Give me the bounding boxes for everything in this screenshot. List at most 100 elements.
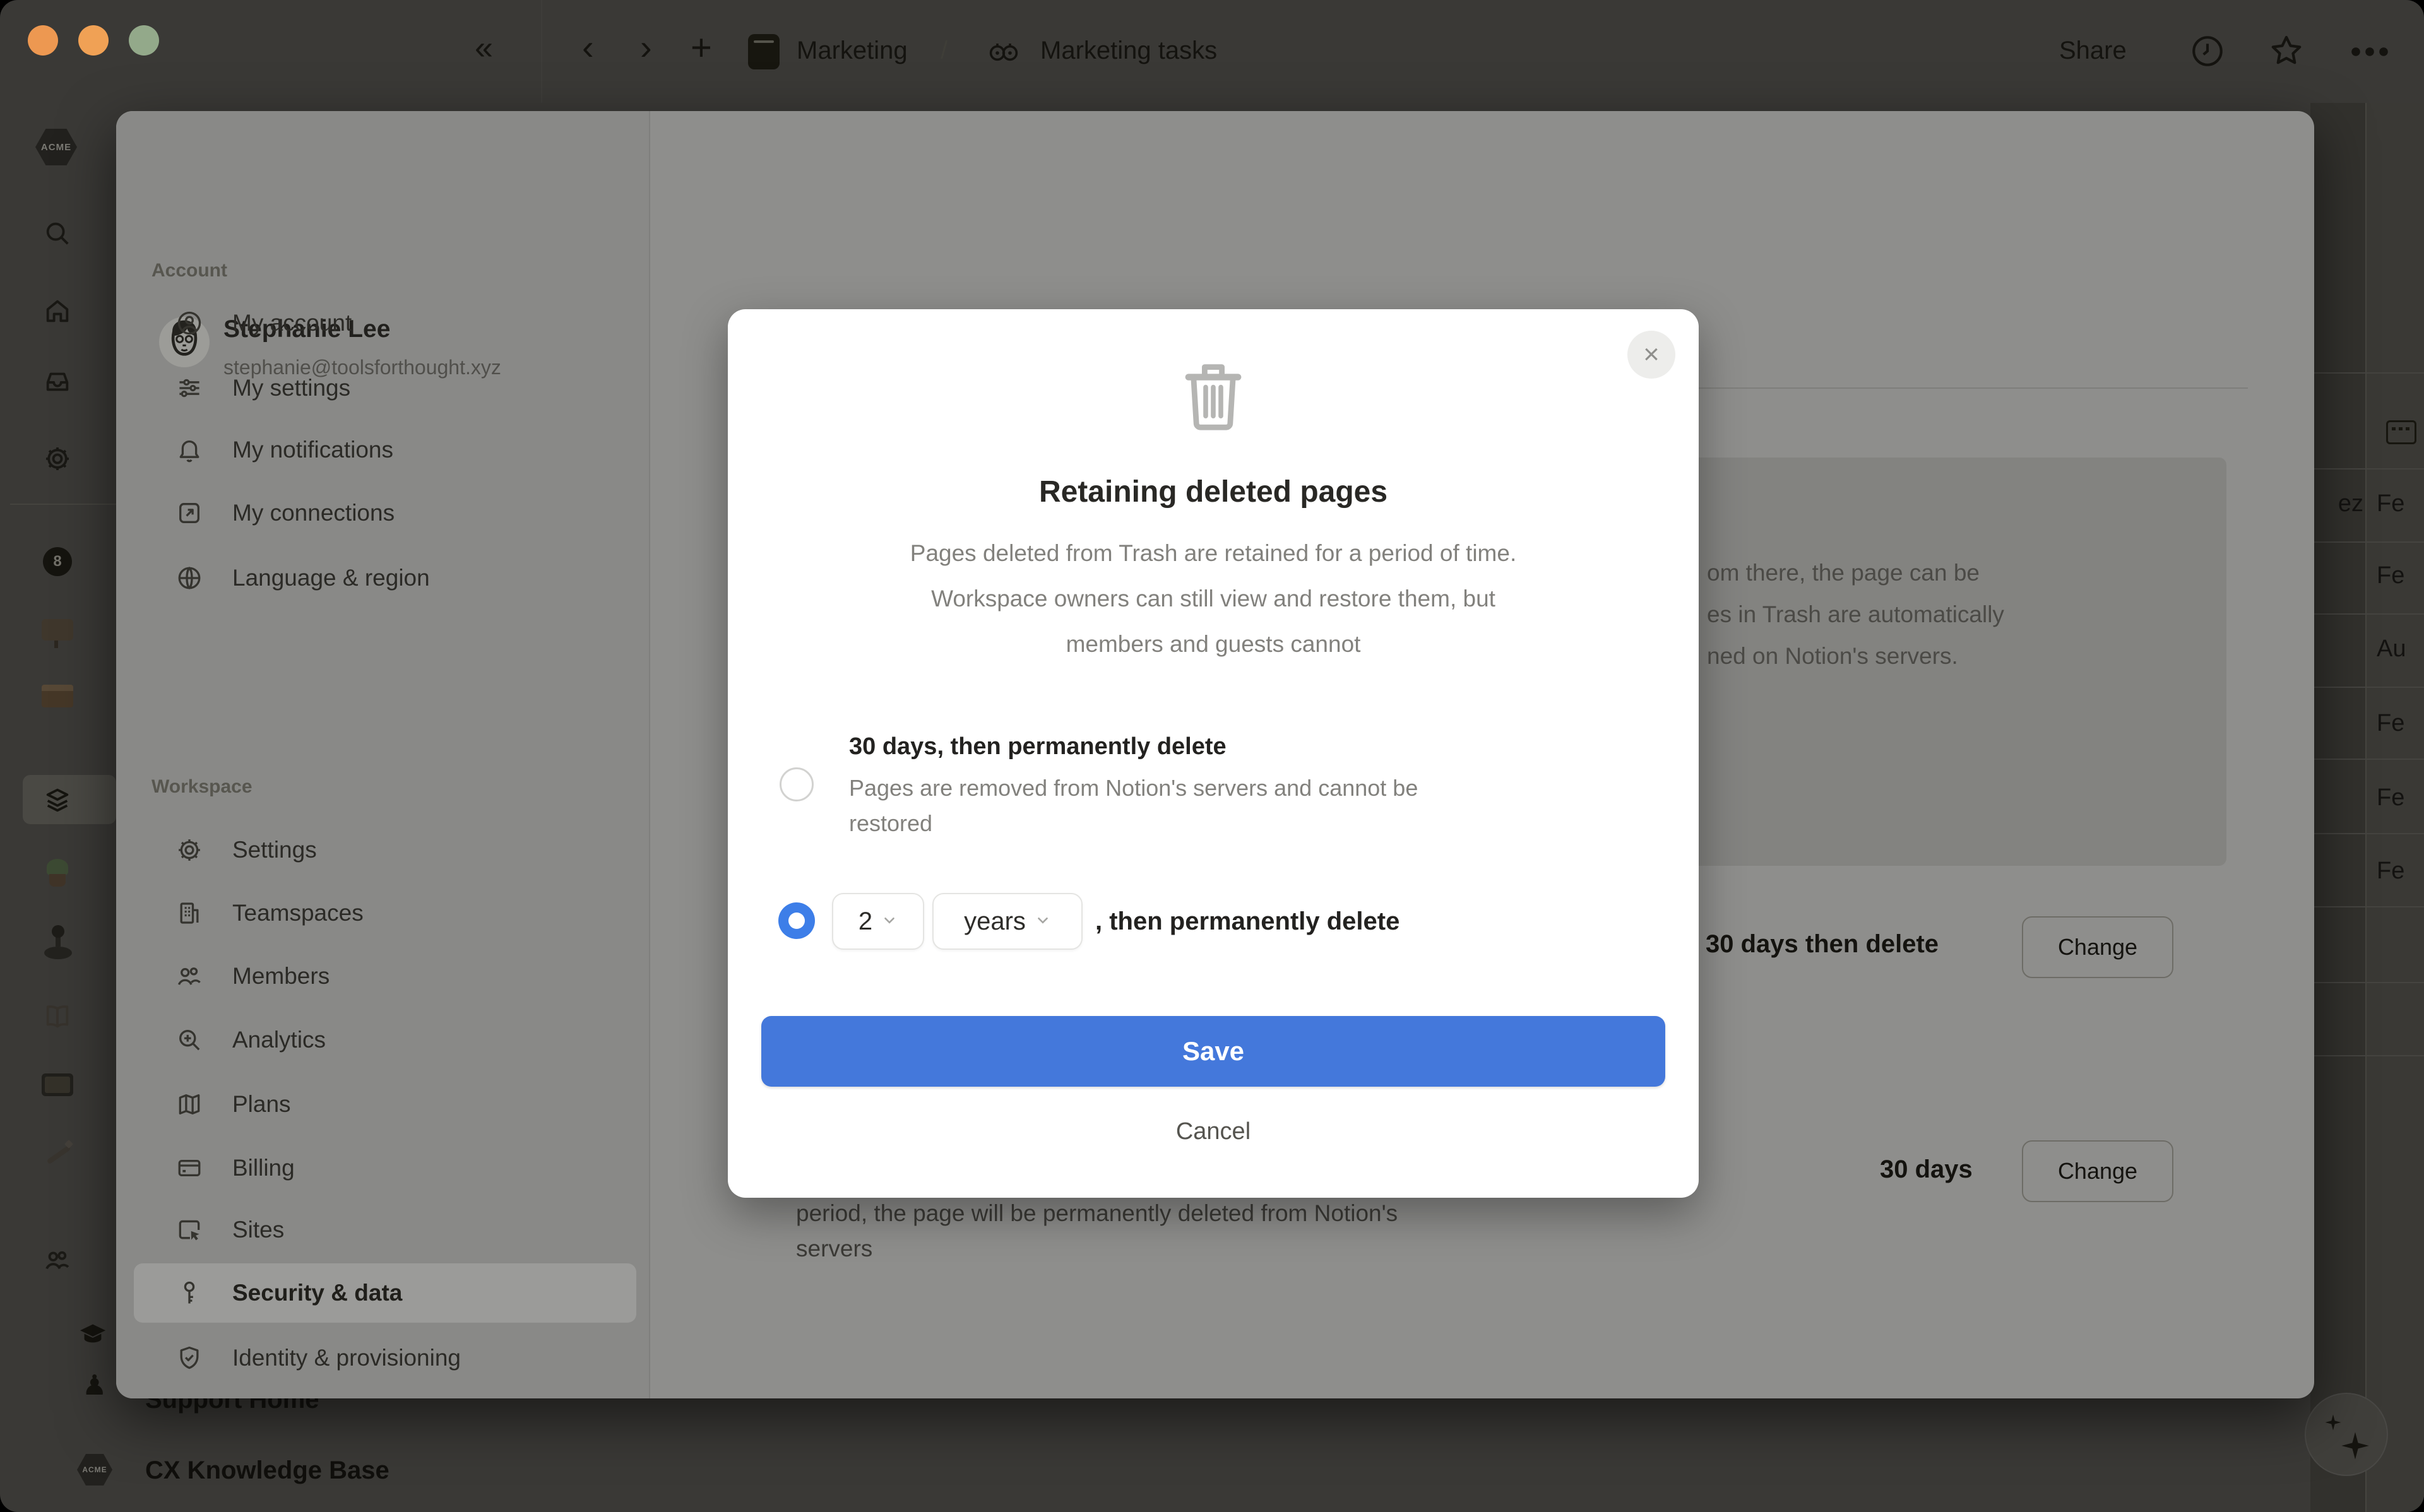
radio-custom-period[interactable] (778, 902, 815, 939)
tv-icon[interactable] (42, 1073, 73, 1096)
retention-footer-line: servers (796, 1236, 873, 1261)
marketing-tasks-icon (986, 37, 1021, 67)
cx-knowledge-base-link[interactable]: CX Knowledge Base (145, 1456, 389, 1485)
trash-icon (1180, 358, 1246, 434)
traffic-zoom-button[interactable] (129, 25, 159, 56)
arrow-out-square-icon (175, 499, 203, 527)
sidebar-item-sites[interactable]: Sites (134, 1200, 636, 1260)
sidebar-item-my-notifications[interactable]: My notifications (134, 420, 636, 480)
gear-icon (175, 836, 203, 864)
option1-label: 30 days, then permanently delete (849, 733, 1227, 760)
sidebar-item-security-data[interactable]: Security & data (134, 1263, 636, 1323)
unit-dropdown[interactable]: years (932, 893, 1083, 950)
sidebar-item-identity-provisioning[interactable]: Identity & provisioning (134, 1328, 636, 1388)
traffic-minimize-button[interactable] (78, 25, 109, 56)
calendar-icon (2386, 420, 2416, 444)
ai-sparkle-button[interactable] (2305, 1393, 2388, 1476)
marketing-page-icon[interactable] (748, 34, 780, 69)
table-cell: Fe (2377, 562, 2405, 589)
share-button[interactable]: Share (2059, 37, 2127, 65)
breadcrumb-separator: / (941, 37, 948, 64)
dialog-description-line: members and guests cannot (1066, 631, 1361, 657)
sidebar-item-my-settings[interactable]: My settings (134, 358, 636, 418)
breadcrumb-root[interactable]: Marketing (797, 37, 908, 65)
forward-icon[interactable]: › (640, 27, 652, 68)
table-cell: Fe (2377, 490, 2405, 517)
clock-icon[interactable] (2189, 33, 2226, 69)
strip-selected-item[interactable] (23, 775, 116, 824)
people-icon[interactable] (43, 1246, 72, 1275)
sidebar-item-teamspaces[interactable]: Teamspaces (134, 883, 636, 943)
person-circle-icon (175, 309, 203, 337)
gear-icon[interactable] (43, 444, 72, 473)
sidebar-item-billing[interactable]: Billing (134, 1138, 636, 1198)
info-text-line: es in Trash are automatically (1707, 601, 2004, 627)
table-cell: Au (2377, 635, 2406, 662)
settings-sidebar: Account Stephanie Lee stephanie@toolsfor… (116, 111, 650, 1398)
sidebar-item-analytics[interactable]: Analytics (134, 1010, 636, 1070)
table-cell: Fe (2377, 710, 2405, 736)
sidebar-item-my-connections[interactable]: My connections (134, 483, 636, 543)
close-icon[interactable]: × (1627, 331, 1675, 379)
change-button[interactable]: Change (2022, 1140, 2173, 1202)
bell-icon (175, 436, 203, 464)
option1-subtext-line: restored (849, 810, 933, 836)
retention-footer-line: period, the page will be permanently del… (796, 1200, 1398, 1226)
save-button[interactable]: Save (761, 1016, 1665, 1087)
dialog-description-line: Workspace owners can still view and rest… (931, 586, 1495, 611)
traffic-close-button[interactable] (28, 25, 58, 56)
sidebar-item-language-region[interactable]: Language & region (134, 548, 636, 608)
map-icon (175, 1090, 203, 1118)
table-cell: Fe (2377, 784, 2405, 811)
chevron-down-icon (881, 912, 898, 931)
cx-kb-icon: ACME (77, 1454, 112, 1485)
sidebar-item-members[interactable]: Members (134, 947, 636, 1006)
option2-suffix: , then permanently delete (1095, 907, 1400, 935)
sidebar-item-content-search[interactable]: Content search (134, 1392, 636, 1398)
info-text-line: om there, the page can be (1707, 560, 1980, 586)
second-setting-value: 30 days (1880, 1155, 1973, 1183)
building-icon (175, 899, 203, 927)
cancel-button[interactable]: Cancel (728, 1118, 1699, 1145)
sidebar-item-plans[interactable]: Plans (134, 1075, 636, 1134)
browser-cursor-icon (175, 1216, 203, 1244)
box-icon[interactable] (42, 685, 73, 707)
layers-icon (46, 788, 69, 812)
number-dropdown[interactable]: 2 (832, 893, 924, 950)
sidebar-collapse-icon[interactable]: « (475, 29, 493, 67)
inbox-icon[interactable] (43, 367, 72, 396)
shield-check-icon (175, 1344, 203, 1372)
more-options-icon[interactable] (2350, 45, 2390, 58)
magnifier-sparkle-icon (175, 1026, 203, 1054)
sidebar-item-settings[interactable]: Settings (134, 820, 636, 880)
breadcrumb-current[interactable]: Marketing tasks (1040, 37, 1217, 65)
new-page-icon[interactable]: + (691, 27, 712, 69)
retain-setting-value: 30 days then delete (1706, 930, 1939, 958)
favorite-star-icon[interactable] (2267, 32, 2305, 69)
strip-divider (10, 504, 116, 505)
search-icon[interactable] (43, 219, 72, 248)
workspace-logo[interactable]: ACME (35, 129, 77, 165)
notion-window: « ‹ › + Marketing / Marketing tasks Shar… (0, 0, 2424, 1512)
sparkle-icon (2341, 1432, 2369, 1460)
credit-card-icon (175, 1154, 203, 1182)
change-button[interactable]: Change (2022, 916, 2173, 978)
workspace-section-header: Workspace (152, 776, 252, 797)
option1-subtext-line: Pages are removed from Notion's servers … (849, 775, 1418, 801)
book-icon[interactable] (43, 1001, 72, 1031)
sparkle-small-icon (2325, 1414, 2341, 1431)
toolbar-divider (541, 0, 542, 103)
radio-30-days[interactable] (780, 767, 814, 801)
table-cell: ez (2338, 490, 2363, 517)
key-icon (175, 1279, 203, 1307)
dialog-title: Retaining deleted pages (1038, 475, 1388, 509)
back-icon[interactable]: ‹ (582, 27, 594, 68)
home-icon[interactable] (43, 297, 72, 326)
mailbox-icon[interactable] (42, 619, 73, 648)
sliders-icon (175, 374, 203, 402)
eight-ball-icon[interactable]: 8 (43, 547, 72, 576)
table-cell: Fe (2377, 858, 2405, 884)
background-table: ez Fe Fe Au Fe Fe Fe (2310, 103, 2424, 1512)
graduation-cap-icon[interactable] (78, 1320, 107, 1349)
sidebar-item-my-account[interactable]: My account (134, 293, 636, 353)
